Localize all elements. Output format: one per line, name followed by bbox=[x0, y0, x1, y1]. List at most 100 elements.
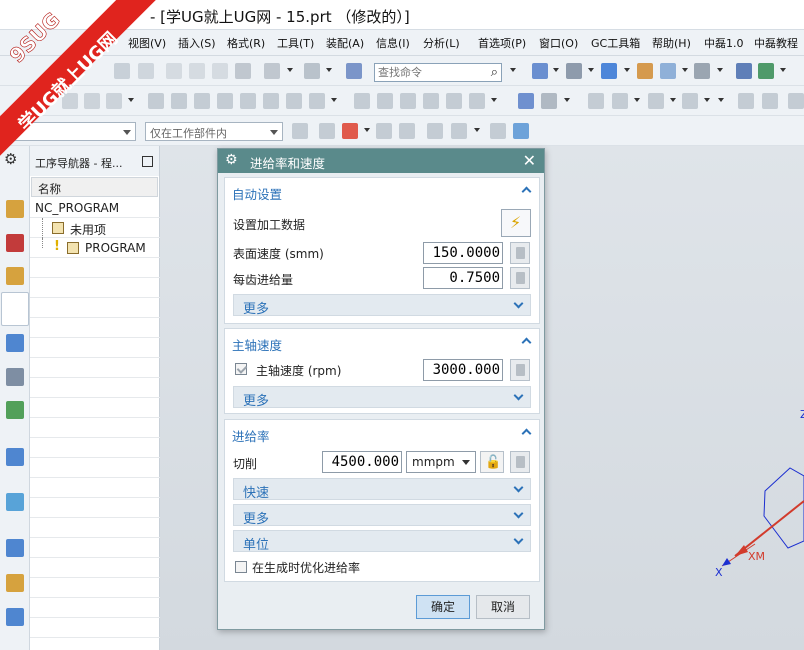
command-search[interactable]: ⌕ bbox=[374, 63, 502, 82]
layout-dropdown-icon[interactable] bbox=[553, 68, 559, 72]
feed-per-tooth-input[interactable] bbox=[424, 268, 500, 288]
command-finder-icon[interactable] bbox=[346, 63, 362, 79]
feed-rate-header[interactable]: 进给率 bbox=[225, 420, 539, 446]
tool-path-dropdown-icon[interactable] bbox=[670, 98, 676, 102]
search-dropdown-icon[interactable] bbox=[510, 68, 516, 72]
view-orient-icon[interactable] bbox=[660, 63, 676, 79]
orient-dropdown-icon[interactable] bbox=[704, 98, 710, 102]
reuse-library-icon[interactable] bbox=[6, 368, 24, 386]
search-icon[interactable]: ⌕ bbox=[491, 65, 498, 80]
machine-tool-icon[interactable] bbox=[400, 93, 416, 109]
replay-path-icon[interactable] bbox=[171, 93, 187, 109]
menu-zhonglei-tutorial[interactable]: 中磊教程 bbox=[754, 35, 798, 51]
type-filter-select[interactable] bbox=[0, 122, 136, 141]
more-tools-dropdown-icon[interactable] bbox=[718, 98, 724, 102]
tool-path-icon[interactable] bbox=[648, 93, 664, 109]
redo-dropdown-icon[interactable] bbox=[326, 68, 332, 72]
menu-gc-toolbox[interactable]: GC工具箱 bbox=[591, 35, 640, 51]
snap-icon[interactable] bbox=[758, 63, 774, 79]
solid-icon[interactable] bbox=[490, 123, 506, 139]
chevron-up-icon[interactable] bbox=[521, 186, 532, 197]
generate-path-icon[interactable] bbox=[148, 93, 164, 109]
wcs-icon[interactable] bbox=[736, 63, 752, 79]
display-dropdown-icon[interactable] bbox=[491, 98, 497, 102]
undo-icon[interactable] bbox=[264, 63, 280, 79]
lock-button[interactable]: 🔓 bbox=[480, 451, 504, 473]
transform-icon[interactable] bbox=[588, 93, 604, 109]
object-icon[interactable] bbox=[612, 93, 628, 109]
shop-report-icon[interactable] bbox=[518, 93, 534, 109]
background-icon[interactable] bbox=[694, 63, 710, 79]
path-edit-icon[interactable] bbox=[309, 93, 325, 109]
assembly-nav-icon[interactable] bbox=[6, 200, 24, 218]
quick-pick-icon[interactable] bbox=[376, 123, 392, 139]
maximize-icon[interactable] bbox=[142, 156, 153, 167]
orient-icon[interactable] bbox=[682, 93, 698, 109]
filter-reset-icon[interactable] bbox=[292, 123, 308, 139]
render-icon[interactable] bbox=[566, 63, 582, 79]
chevron-down-icon[interactable] bbox=[513, 508, 524, 519]
geometry-view-icon[interactable] bbox=[423, 93, 439, 109]
axis-icon[interactable] bbox=[738, 93, 754, 109]
display-path-icon[interactable] bbox=[469, 93, 485, 109]
render-dropdown-icon[interactable] bbox=[588, 68, 594, 72]
palette-icon[interactable] bbox=[6, 574, 24, 592]
background-dropdown-icon[interactable] bbox=[717, 68, 723, 72]
measure-icon[interactable] bbox=[762, 93, 778, 109]
menu-assembly[interactable]: 装配(A) bbox=[326, 35, 364, 51]
method-icon[interactable] bbox=[354, 93, 370, 109]
snap-dropdown-icon[interactable] bbox=[780, 68, 786, 72]
command-search-input[interactable] bbox=[375, 64, 479, 81]
chevron-down-icon[interactable] bbox=[513, 534, 524, 545]
cut-feed-doc-button[interactable] bbox=[510, 451, 530, 473]
navigator-column-header[interactable]: 名称 bbox=[31, 177, 158, 197]
clock-icon[interactable] bbox=[6, 539, 24, 557]
machining-method-icon[interactable] bbox=[446, 93, 462, 109]
tree-row-program[interactable]: ! PROGRAM bbox=[30, 238, 160, 258]
shaded-cube-icon[interactable] bbox=[601, 63, 617, 79]
create-dropdown-icon[interactable] bbox=[128, 98, 134, 102]
feed-per-tooth-doc-button[interactable] bbox=[510, 267, 530, 289]
layout-icon[interactable] bbox=[532, 63, 548, 79]
list-path-icon[interactable] bbox=[194, 93, 210, 109]
face-color-icon[interactable] bbox=[637, 63, 653, 79]
chevron-down-icon[interactable] bbox=[513, 298, 524, 309]
simulate-icon[interactable] bbox=[240, 93, 256, 109]
redo-icon[interactable] bbox=[304, 63, 320, 79]
units-bar[interactable]: 单位 bbox=[233, 530, 531, 553]
feed-more-bar[interactable]: 更多 bbox=[233, 504, 531, 527]
cut-feed-field[interactable] bbox=[322, 451, 402, 473]
program-order-icon[interactable] bbox=[377, 93, 393, 109]
ok-button[interactable]: 确定 bbox=[416, 595, 470, 619]
analysis-icon[interactable] bbox=[788, 93, 804, 109]
path-dropdown-icon[interactable] bbox=[331, 98, 337, 102]
create-geometry-icon[interactable] bbox=[106, 93, 122, 109]
tree-row-unused[interactable]: 未用项 bbox=[30, 218, 160, 238]
menu-view[interactable]: 视图(V) bbox=[128, 35, 166, 51]
snap-line-icon[interactable] bbox=[399, 123, 415, 139]
spindle-speed-input[interactable] bbox=[424, 360, 500, 380]
scope-filter-select[interactable]: 仅在工作部件内 bbox=[145, 122, 283, 141]
spindle-speed-doc-button[interactable] bbox=[510, 359, 530, 381]
box-select-icon[interactable] bbox=[451, 123, 467, 139]
menu-help[interactable]: 帮助(H) bbox=[652, 35, 691, 51]
roles-icon[interactable] bbox=[6, 401, 24, 419]
surface-speed-field[interactable] bbox=[423, 242, 503, 264]
menu-tools[interactable]: 工具(T) bbox=[277, 35, 314, 51]
polygon-icon[interactable] bbox=[427, 123, 443, 139]
menu-insert[interactable]: 插入(S) bbox=[178, 35, 216, 51]
tree-row-nc-program[interactable]: NC_PROGRAM bbox=[30, 198, 160, 218]
chevron-down-icon[interactable] bbox=[513, 390, 524, 401]
feeds-dropdown-icon[interactable] bbox=[564, 98, 570, 102]
auto-settings-more-bar[interactable]: 更多 bbox=[233, 294, 531, 317]
set-machining-data-button[interactable]: ⚡ bbox=[501, 209, 531, 237]
feeds-speeds-icon[interactable] bbox=[541, 93, 557, 109]
optimize-feed-checkbox[interactable] bbox=[235, 561, 247, 573]
chevron-up-icon[interactable] bbox=[521, 428, 532, 439]
copy-icon[interactable] bbox=[189, 63, 205, 79]
view-orient-dropdown-icon[interactable] bbox=[682, 68, 688, 72]
process-studio-icon[interactable] bbox=[6, 608, 24, 626]
shaded-dropdown-icon[interactable] bbox=[624, 68, 630, 72]
body-icon[interactable] bbox=[513, 123, 529, 139]
feed-per-tooth-field[interactable] bbox=[423, 267, 503, 289]
